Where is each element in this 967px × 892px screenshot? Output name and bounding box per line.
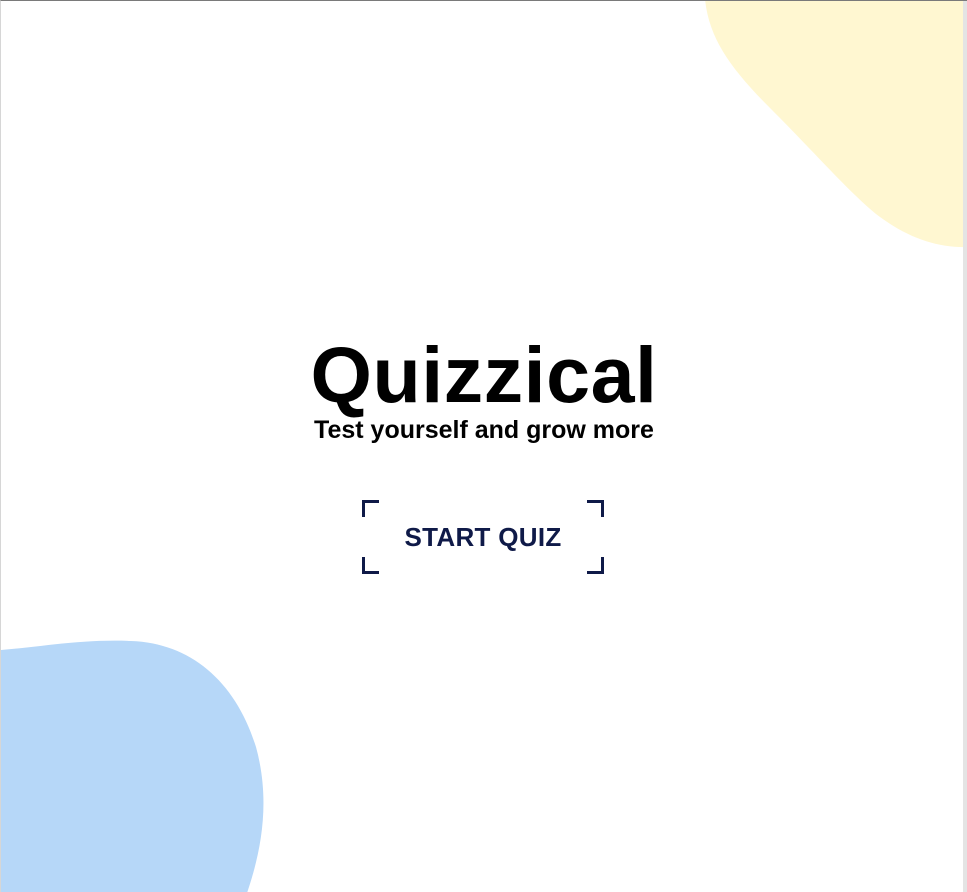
scrollbar-track[interactable] [963, 1, 967, 892]
corner-bracket-bottom-left [362, 557, 379, 574]
start-quiz-label: START QUIZ [404, 522, 562, 552]
start-quiz-button[interactable]: START QUIZ [362, 500, 604, 574]
corner-bracket-top-right [587, 500, 604, 517]
decorative-blue-blob [1, 640, 264, 892]
decorative-yellow-blob [705, 1, 967, 248]
corner-bracket-bottom-right [587, 557, 604, 574]
quiz-start-screen: Quizzical Test yourself and grow more ST… [0, 0, 967, 892]
app-title: Quizzical [310, 330, 658, 419]
hero-section: Quizzical Test yourself and grow more [1, 331, 967, 445]
app-tagline: Test yourself and grow more [314, 416, 654, 444]
corner-bracket-top-left [362, 500, 379, 517]
